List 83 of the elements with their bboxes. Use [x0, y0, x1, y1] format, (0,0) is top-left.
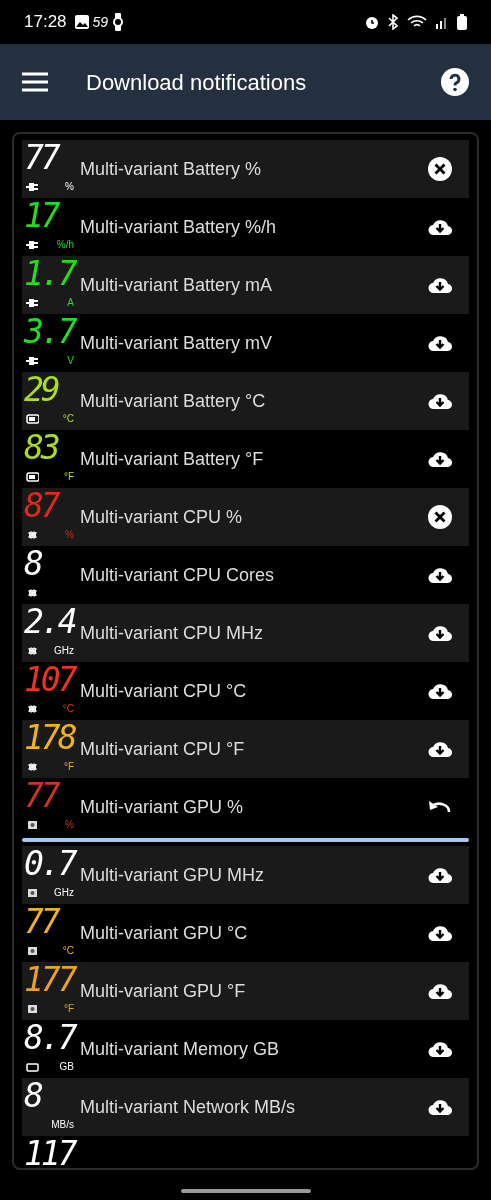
unit-label: MB/s [51, 1118, 74, 1132]
notification-label: Multi-variant CPU °C [80, 679, 248, 703]
value-display: 77 [24, 141, 58, 174]
home-handle[interactable] [180, 1189, 311, 1193]
unit-label: % [65, 818, 74, 832]
notification-label: Multi-variant CPU % [80, 505, 244, 529]
app-title: Download notifications [86, 68, 307, 97]
notification-label: Multi-variant Network MB/s [80, 1095, 297, 1119]
notification-row[interactable]: 8.7 GB Multi-variant Memory GB [22, 1020, 469, 1078]
value-display: 83 [24, 431, 58, 464]
value-display: 77 [24, 779, 58, 812]
value-display: 29 [24, 373, 58, 406]
notification-label: Multi-variant Battery mA [80, 273, 274, 297]
menu-icon[interactable] [22, 72, 48, 92]
notification-label: Multi-variant CPU Cores [80, 563, 276, 587]
notification-row[interactable]: 87 % Multi-variant CPU % [22, 488, 469, 546]
image-icon [74, 15, 89, 29]
unit-label: A [67, 296, 74, 310]
value-display: 2.4 [24, 605, 75, 638]
unit-label: °C [62, 944, 74, 958]
value-display: 8.7 [24, 1021, 75, 1054]
value-display: 8 [24, 547, 41, 580]
notification-row[interactable]: 77 % Multi-variant Battery % [22, 140, 469, 198]
alarm-icon [365, 15, 379, 29]
notification-label: Multi-variant Battery %/h [80, 215, 278, 239]
notification-label: Multi-variant GPU °F [80, 979, 247, 1003]
notification-label: Multi-variant Memory GB [80, 1037, 281, 1061]
notification-row[interactable]: 177 °F Multi-variant GPU °F [22, 962, 469, 1020]
unit-label: GHz [54, 886, 74, 900]
notification-row[interactable]: 17 %/h Multi-variant Battery %/h [22, 198, 469, 256]
unit-label: % [65, 180, 74, 194]
value-display: 77 [24, 905, 58, 938]
unit-label: V [67, 354, 74, 368]
notification-row[interactable]: 0.7 GHz Multi-variant GPU MHz [22, 846, 469, 904]
watch-icon [112, 13, 125, 31]
unit-label: °F [63, 760, 74, 774]
value-display: 17 [24, 199, 58, 232]
signal-icon [435, 15, 449, 29]
notification-row[interactable]: 107 °C Multi-variant CPU °C [22, 662, 469, 720]
notification-row[interactable]: 3.7 V Multi-variant Battery mV [22, 314, 469, 372]
value-display: 3.7 [24, 315, 75, 348]
value-display: 87 [24, 489, 58, 522]
value-display: 117 [24, 1137, 75, 1168]
unit-label: GHz [54, 644, 74, 658]
value-display: 1.7 [24, 257, 75, 290]
value-display: 107 [24, 663, 75, 696]
notification-row[interactable]: 8 Multi-variant CPU Cores [22, 546, 469, 604]
remove-icon [428, 157, 454, 181]
help-icon[interactable] [441, 68, 469, 96]
unit-label: % [65, 528, 74, 542]
notification-label: Multi-variant GPU °C [80, 921, 249, 945]
notification-label: Multi-variant Battery % [80, 157, 263, 181]
unit-label: °C [62, 702, 74, 716]
notification-row[interactable]: 29 °C Multi-variant Battery °C [22, 372, 469, 430]
notification-row[interactable]: 8 MB/s Multi-variant Network MB/s [22, 1078, 469, 1136]
notification-label: Multi-variant Battery °F [80, 447, 265, 471]
value-display: 178 [24, 721, 75, 754]
bluetooth-icon [387, 14, 399, 30]
notification-row[interactable]: 117 [22, 1136, 469, 1168]
notification-row[interactable]: 1.7 A Multi-variant Battery mA [22, 256, 469, 314]
unit-label: GB [59, 1060, 74, 1074]
unit-label: %/h [56, 238, 74, 252]
status-app-number: 59 [92, 12, 109, 32]
notification-row[interactable]: 77 % Multi-variant GPU % [22, 778, 469, 836]
remove-icon [428, 505, 454, 529]
unit-label: °F [63, 1002, 74, 1016]
notification-row[interactable]: 2.4 GHz Multi-variant CPU MHz [22, 604, 469, 662]
unit-label: °F [63, 470, 74, 484]
notification-row[interactable]: 178 °F Multi-variant CPU °F [22, 720, 469, 778]
value-display: 0.7 [24, 847, 75, 880]
notification-row[interactable]: 83 °F Multi-variant Battery °F [22, 430, 469, 488]
notification-label: Multi-variant CPU MHz [80, 621, 265, 645]
battery-icon [457, 14, 467, 30]
notification-row[interactable]: 77 °C Multi-variant GPU °C [22, 904, 469, 962]
notification-label: Multi-variant CPU °F [80, 737, 246, 761]
unit-label: °C [62, 412, 74, 426]
value-display: 8 [24, 1079, 41, 1112]
notification-label: Multi-variant GPU MHz [80, 863, 266, 887]
notification-label: Multi-variant Battery °C [80, 389, 267, 413]
status-time: 17:28 [24, 11, 67, 34]
value-display: 177 [24, 963, 75, 996]
notification-label: Multi-variant Battery mV [80, 331, 274, 355]
notification-label: Multi-variant GPU % [80, 795, 245, 819]
